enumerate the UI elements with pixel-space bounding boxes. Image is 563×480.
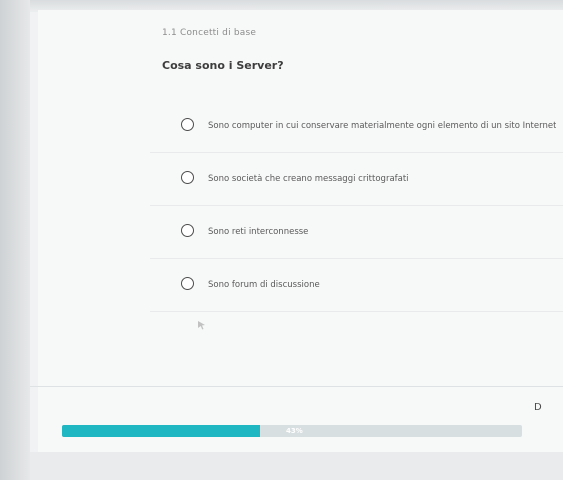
radio-button-icon[interactable] [181,277,194,290]
section-title: 1.1 Concetti di base [162,28,257,38]
answer-option-2[interactable]: Sono società che creano messaggi crittog… [150,153,563,206]
radio-button-icon[interactable] [181,118,194,131]
bottom-strip [30,452,563,480]
progress-fill [62,425,260,437]
next-button[interactable]: D [534,402,542,413]
radio-button-icon[interactable] [181,224,194,237]
answer-option-3[interactable]: Sono reti interconnesse [150,206,563,259]
answer-options: Sono computer in cui conservare material… [150,100,563,312]
answer-option-label: Sono società che creano messaggi crittog… [208,174,409,184]
progress-label: 43% [286,427,303,435]
answer-option-label: Sono reti interconnesse [208,227,309,237]
answer-option-4[interactable]: Sono forum di discussione [150,259,563,312]
answer-option-1[interactable]: Sono computer in cui conservare material… [150,100,563,153]
radio-button-icon[interactable] [181,171,194,184]
mouse-pointer-icon [197,320,207,330]
footer-divider [30,386,563,387]
left-rail [0,0,30,480]
answer-option-label: Sono computer in cui conservare material… [208,121,557,131]
question-title: Cosa sono i Server? [162,59,284,72]
answer-option-label: Sono forum di discussione [208,280,320,290]
